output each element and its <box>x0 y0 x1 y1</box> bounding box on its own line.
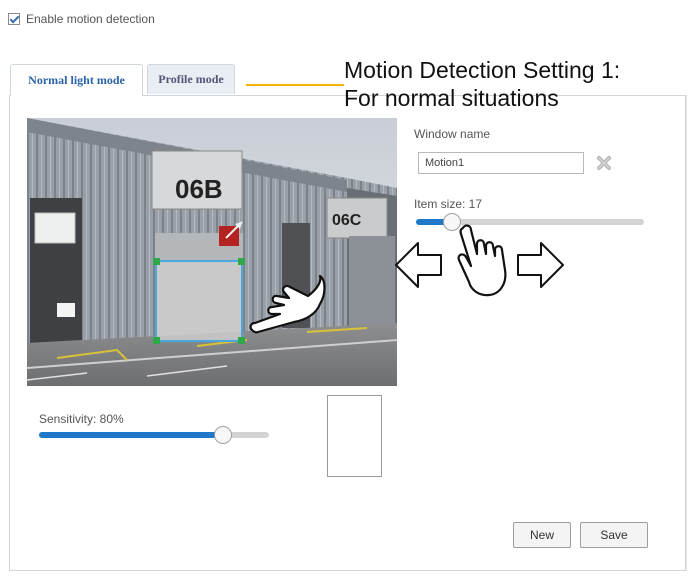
sensitivity-label: Sensitivity: 80% <box>39 412 124 426</box>
window-name-input[interactable] <box>418 152 584 174</box>
callout-text: Motion Detection Setting 1: For normal s… <box>344 56 620 112</box>
window-name-label: Window name <box>414 127 491 141</box>
motion-activity-indicator <box>327 395 382 477</box>
tab-normal-light-mode[interactable]: Normal light mode <box>10 64 143 96</box>
arrow-left-icon <box>394 240 444 290</box>
sensitivity-slider-thumb[interactable] <box>214 426 232 444</box>
resize-handle-top-left[interactable] <box>153 258 160 265</box>
tab-profile-mode[interactable]: Profile mode <box>147 64 235 94</box>
resize-handle-bottom-right[interactable] <box>238 337 245 344</box>
enable-motion-label: Enable motion detection <box>26 12 155 26</box>
building-sign-06c: 06C <box>332 212 362 229</box>
building-sign-06b: 06B <box>175 174 223 204</box>
arrow-right-icon <box>515 240 565 290</box>
new-button[interactable]: New <box>513 522 571 548</box>
pointing-hand-icon <box>246 272 328 336</box>
enable-motion-checkbox[interactable] <box>8 13 20 25</box>
callout-line <box>246 84 344 86</box>
pointing-hand-icon <box>455 222 511 298</box>
panel-divider <box>686 95 687 571</box>
camera-view[interactable]: 06B 06C <box>27 118 397 386</box>
motion-window-motion1[interactable] <box>153 258 245 344</box>
callout-subtitle: For normal situations <box>344 85 559 111</box>
sensitivity-slider-fill <box>39 432 225 438</box>
item-size-label: Item size: 17 <box>414 197 483 211</box>
resize-handle-top-right[interactable] <box>238 258 245 265</box>
callout-title: Motion Detection Setting 1: <box>344 57 621 83</box>
delete-window-icon[interactable] <box>596 155 612 171</box>
resize-handle-bottom-left[interactable] <box>153 337 160 344</box>
save-button[interactable]: Save <box>580 522 648 548</box>
enable-motion-row[interactable]: Enable motion detection <box>8 10 155 28</box>
